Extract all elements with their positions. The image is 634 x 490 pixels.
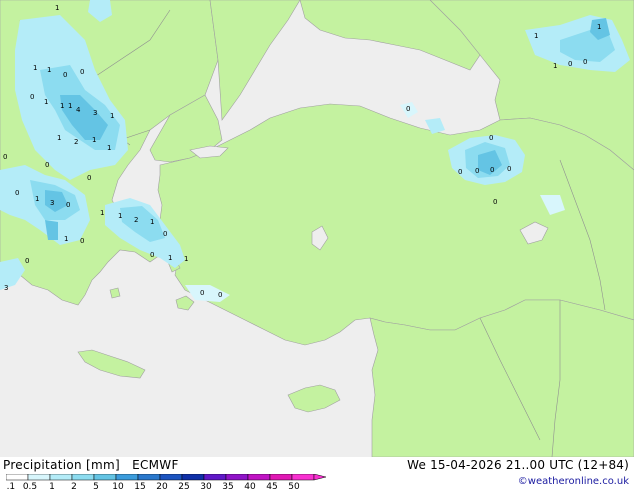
precip-value-label: 0 xyxy=(80,237,84,245)
precip-value-label: 0 xyxy=(87,174,91,182)
precip-value-label: 1 xyxy=(110,112,114,120)
precip-value-label: 0 xyxy=(150,251,154,259)
precip-value-label: 0 xyxy=(66,201,70,209)
colorbar-segment xyxy=(203,474,227,481)
colorbar-segment xyxy=(137,474,161,481)
legend-footer: Precipitation [mm] ECMWF We 15-04-2026 2… xyxy=(0,457,634,490)
aegean-island xyxy=(109,287,121,299)
copyright-link[interactable]: ©weatheronline.co.uk xyxy=(518,476,629,487)
precip-value-label: 0 xyxy=(80,68,84,76)
legend-title-row: Precipitation [mm] ECMWF xyxy=(3,458,187,472)
precip-value-label: 1 xyxy=(60,102,64,110)
precip-value-label: 1 xyxy=(168,254,172,262)
precip-value-label: 1 xyxy=(33,64,37,72)
precip-value-label: 1 xyxy=(100,209,104,217)
precip-value-label: 0 xyxy=(3,153,7,161)
precip-value-label: 3 xyxy=(93,109,97,117)
precip-value-label: 0 xyxy=(568,60,572,68)
precip-value-label: 4 xyxy=(76,106,81,114)
colorbar-segment xyxy=(269,474,293,481)
colorbar-tick-label: 5 xyxy=(93,482,99,490)
precip-value-label: 1 xyxy=(68,102,72,110)
precip-value-label: 1 xyxy=(44,98,48,106)
precip-value-label: 1 xyxy=(55,4,59,12)
precip-value-label: 0 xyxy=(25,257,29,265)
colorbar-segment xyxy=(49,474,73,481)
colorbar-tick-label: 20 xyxy=(156,482,168,490)
precip-value-label: 0 xyxy=(30,93,34,101)
colorbar-tick-label: 0.1 xyxy=(6,482,15,490)
colorbar-tick-label: 40 xyxy=(244,482,256,490)
precip-value-label: 0 xyxy=(507,165,511,173)
colorbar-tick-label: 25 xyxy=(178,482,189,490)
precip-value-label: 2 xyxy=(134,216,138,224)
colorbar-segment xyxy=(93,474,117,481)
colorbar-segment xyxy=(6,474,29,481)
colorbar-tick-label: 0.5 xyxy=(23,482,37,490)
precip-value-label: 1 xyxy=(57,134,61,142)
colorbar-arrow xyxy=(313,474,327,481)
colorbar-segment xyxy=(291,474,315,481)
precip-value-label: 1 xyxy=(534,32,538,40)
legend-title: Precipitation [mm] xyxy=(3,458,120,472)
precip-colorbar: 0.10.5125101520253035404550 xyxy=(6,474,327,490)
precip-value-label: 0 xyxy=(493,198,497,206)
precip-value-label: 0 xyxy=(200,289,204,297)
precip-value-label: 1 xyxy=(64,235,68,243)
precip-value-label: 1 xyxy=(150,218,154,226)
precip-value-label: 0 xyxy=(163,230,167,238)
precip-value-label: 1 xyxy=(107,144,111,152)
precip-value-label: 0 xyxy=(15,189,19,197)
colorbar-tick-label: 2 xyxy=(71,482,77,490)
precip-value-label: 0 xyxy=(218,291,222,299)
precip-value-label: 0 xyxy=(489,134,493,142)
colorbar-segment xyxy=(247,474,271,481)
colorbar-segment xyxy=(27,474,51,481)
colorbar-segment xyxy=(181,474,205,481)
colorbar-segment xyxy=(225,474,249,481)
precip-value-label: 1 xyxy=(92,136,96,144)
colorbar-tick-label: 45 xyxy=(266,482,277,490)
precip-value-label: 0 xyxy=(458,168,462,176)
forecast-datetime: We 15-04-2026 21..00 UTC (12+84) xyxy=(407,458,629,472)
precip-value-label: 3 xyxy=(50,199,54,207)
colorbar-tick-label: 35 xyxy=(222,482,233,490)
colorbar-segment xyxy=(159,474,183,481)
precip-value-label: 0 xyxy=(490,166,494,174)
precip-value-label: 1 xyxy=(35,195,39,203)
map-canvas: 1 1 1 0 0 0 1 1 1 4 3 1 1 2 1 1 0 0 0 0 … xyxy=(0,0,634,457)
colorbar-segment xyxy=(71,474,95,481)
precip-value-label: 1 xyxy=(118,212,122,220)
weather-map[interactable]: 1 1 1 0 0 0 1 1 1 4 3 1 1 2 1 1 0 0 0 0 … xyxy=(0,0,634,457)
model-name: ECMWF xyxy=(132,458,179,472)
precip-value-label: 2 xyxy=(74,138,78,146)
precip-value-label: 1 xyxy=(47,66,51,74)
precip-value-label: 1 xyxy=(184,255,188,263)
precip-value-label: 0 xyxy=(475,167,479,175)
precip-value-label: 0 xyxy=(583,58,587,66)
precip-value-label: 1 xyxy=(553,62,557,70)
colorbar-segment xyxy=(115,474,139,481)
colorbar-tick-label: 10 xyxy=(112,482,124,490)
precip-value-label: 0 xyxy=(45,161,49,169)
colorbar-tick-label: 1 xyxy=(49,482,55,490)
colorbar-tick-label: 50 xyxy=(288,482,300,490)
precip-value-label: 0 xyxy=(406,105,410,113)
precip-value-label: 0 xyxy=(63,71,67,79)
precip-value-label: 1 xyxy=(597,23,601,31)
colorbar-tick-label: 15 xyxy=(134,482,145,490)
precip-value-label: 3 xyxy=(4,284,8,292)
colorbar-tick-label: 30 xyxy=(200,482,212,490)
